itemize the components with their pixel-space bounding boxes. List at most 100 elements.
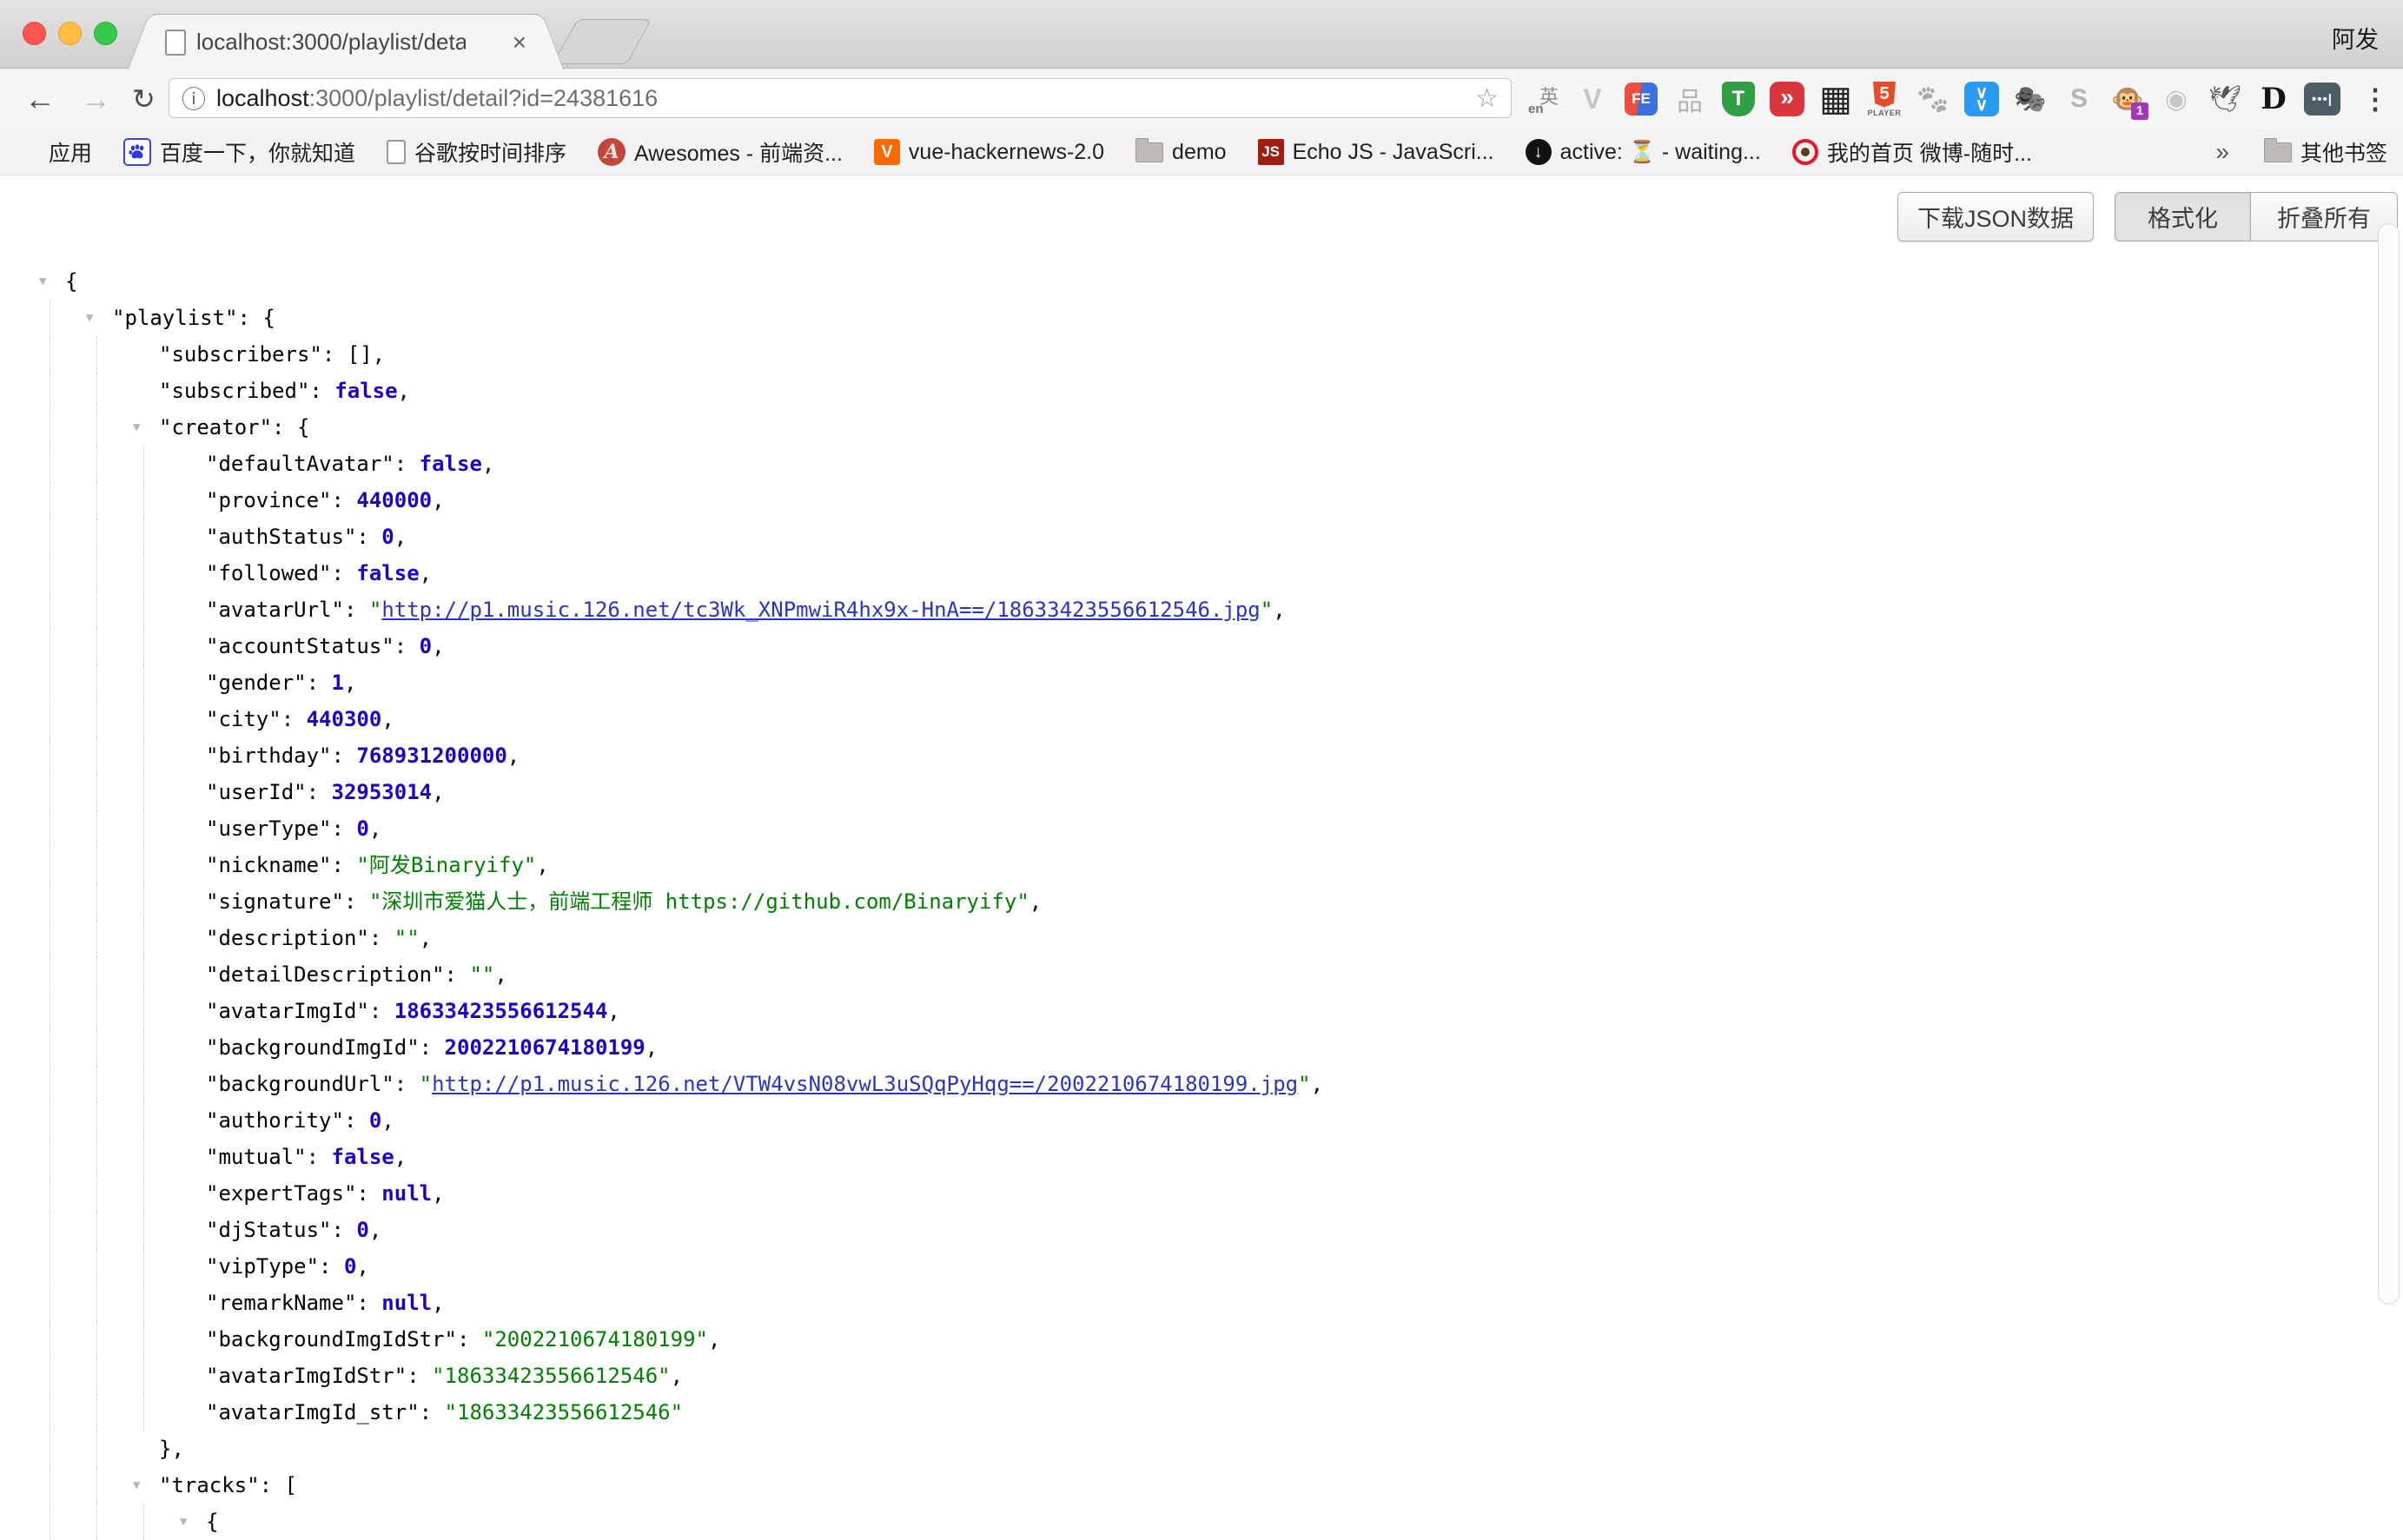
indent-guide <box>96 1066 97 1102</box>
bookmark-echojs[interactable]: JS Echo JS - JavaScri... <box>1258 139 1494 165</box>
json-value: 1 <box>332 671 344 695</box>
s-extension-icon[interactable]: S <box>2061 80 2097 118</box>
bird-extension-icon[interactable]: 🕊 <box>2207 80 2243 118</box>
json-value: , <box>344 671 356 695</box>
format-button[interactable]: 格式化 <box>2115 192 2251 241</box>
json-value: : <box>307 1145 332 1169</box>
json-value: : <box>420 1400 445 1424</box>
bookmark-google-sort[interactable]: 谷歌按时间排序 <box>387 136 566 168</box>
indent-guide <box>143 1029 144 1066</box>
qrcode-extension-icon[interactable]: ▦ <box>1817 80 1854 118</box>
bookmark-label: 百度一下，你就知道 <box>160 136 355 168</box>
bookmark-star-icon[interactable]: ☆ <box>1475 83 1499 114</box>
json-value: : <box>307 671 332 695</box>
forward-icon: → <box>80 69 111 129</box>
json-line: "city": 440300, <box>0 701 2403 737</box>
json-url-link[interactable]: http://p1.music.126.net/VTW4vsN08vwL3uSQ… <box>432 1072 1298 1096</box>
json-value: " <box>1298 1072 1310 1096</box>
bookmark-awesomes[interactable]: AAwesomes - 前端资... <box>598 136 843 168</box>
weibo-extension-icon[interactable]: ◉ <box>2158 80 2194 118</box>
bookmark-demo[interactable]: demo <box>1135 140 1227 165</box>
bookmarks-overflow-icon[interactable]: » <box>2215 138 2229 166</box>
json-key: "province" <box>206 488 332 512</box>
echojs-icon: JS <box>1258 139 1284 165</box>
folder-icon <box>1135 142 1163 162</box>
json-key: "avatarImgIdStr" <box>206 1364 407 1388</box>
page-info-icon[interactable]: ⓘ <box>182 81 206 116</box>
close-window-button[interactable] <box>23 22 46 45</box>
json-value: 440000 <box>356 488 432 512</box>
zoom-window-button[interactable] <box>94 22 117 45</box>
fastforward-extension-icon[interactable]: » <box>1769 80 1805 118</box>
page-favicon-icon <box>165 30 186 56</box>
download-json-button[interactable]: 下载JSON数据 <box>1897 192 2094 241</box>
indent-guide <box>143 664 144 701</box>
json-value: : { <box>238 306 275 330</box>
translate-extension-icon[interactable]: 英en <box>1526 80 1562 118</box>
json-value: 0 <box>356 1218 368 1242</box>
json-value: 0 <box>369 1108 381 1133</box>
collapse-toggle-icon[interactable]: ▼ <box>133 409 140 446</box>
tampermonkey-extension-icon[interactable]: T <box>1720 80 1757 118</box>
json-value: { <box>206 1510 218 1534</box>
password-extension-icon[interactable]: •••| <box>2304 80 2340 118</box>
json-value: 440300 <box>307 707 382 731</box>
json-key: "playlist" <box>112 306 238 330</box>
bookmark-label: Echo JS - JavaScri... <box>1293 140 1494 165</box>
json-value: : <box>356 1181 381 1206</box>
json-value: , <box>369 1218 381 1242</box>
json-line: ▼{ <box>0 1504 2403 1540</box>
browser-menu-icon[interactable]: ⋮ <box>2361 69 2389 129</box>
bookmark-label: 应用 <box>49 136 92 168</box>
bookmarks-bar: 应用 百度一下，你就知道谷歌按时间排序 AAwesomes - 前端资... Vvue… <box>0 129 2403 175</box>
bookmark-apps[interactable]: 应用 <box>16 136 92 168</box>
json-key: "avatarImgId_str" <box>206 1400 420 1424</box>
json-line: "detailDescription": "", <box>0 956 2403 993</box>
collapse-toggle-icon[interactable]: ▼ <box>86 300 93 336</box>
other-bookmarks-folder[interactable]: 其他书签 <box>2264 136 2387 168</box>
indent-guide <box>143 737 144 774</box>
json-value: , <box>381 1108 394 1133</box>
reload-icon[interactable]: ↻ <box>132 69 156 129</box>
json-key: "authority" <box>206 1108 344 1133</box>
json-value: , <box>507 744 520 768</box>
html5-player-extension-icon[interactable]: 5PLAYER <box>1866 80 1903 118</box>
scrollbar-thumb[interactable] <box>2378 223 2400 1305</box>
json-value: , <box>369 816 381 841</box>
browser-tab[interactable]: localhost:3000/playlist/detail? × <box>153 14 539 69</box>
blue-chevron-extension-icon[interactable]: ∨ ∨ <box>1963 80 2000 118</box>
json-value: , <box>356 1254 368 1279</box>
json-value: 32953014 <box>332 780 433 804</box>
new-tab-button[interactable] <box>553 19 652 64</box>
awesomes-icon: A <box>598 138 626 166</box>
collapse-all-button[interactable]: 折叠所有 <box>2251 192 2398 241</box>
indent-guide <box>96 847 97 883</box>
other-bookmarks-label: 其他书签 <box>2300 136 2387 168</box>
json-value: : <box>332 744 357 768</box>
sitemap-extension-icon[interactable]: 品 <box>1672 80 1708 118</box>
fe-extension-icon[interactable]: FE <box>1623 80 1659 118</box>
json-url-link[interactable]: http://p1.music.126.net/tc3Wk_XNPmwiR4hx… <box>381 598 1260 622</box>
page-content: 下载JSON数据 格式化 折叠所有 ▼{▼"playlist": {"subsc… <box>0 175 2403 1525</box>
darkreader-extension-icon[interactable]: D <box>2255 80 2292 118</box>
json-key: "userId" <box>206 780 307 804</box>
paw-extension-icon[interactable]: 🐾 <box>1915 80 1951 118</box>
tab-close-icon[interactable]: × <box>506 29 533 56</box>
bookmark-baidu[interactable]: 百度一下，你就知道 <box>123 136 355 168</box>
back-icon[interactable]: ← <box>24 69 56 129</box>
bookmark-weibo[interactable]: 我的首页 微博-随时... <box>1792 136 2032 168</box>
collapse-toggle-icon[interactable]: ▼ <box>133 1467 140 1504</box>
monkey-extension-icon[interactable]: 🐵1 <box>2109 80 2146 118</box>
vue-devtools-extension-icon[interactable]: V <box>1574 80 1611 118</box>
bookmark-vue-hackernews[interactable]: Vvue-hackernews-2.0 <box>874 139 1104 165</box>
address-bar[interactable]: ⓘ localhost :3000/playlist/detail?id=243… <box>169 78 1512 118</box>
collapse-toggle-icon[interactable]: ▼ <box>180 1504 187 1540</box>
json-value: : <box>307 780 332 804</box>
json-value: 18633423556612544 <box>394 999 608 1023</box>
minimize-window-button[interactable] <box>58 22 82 45</box>
bookmark-active-download[interactable]: ↓active: ⏳ - waiting... <box>1526 139 1761 165</box>
collapse-toggle-icon[interactable]: ▼ <box>39 263 46 300</box>
json-line: "avatarImgIdStr": "18633423556612546", <box>0 1358 2403 1394</box>
mask-extension-icon[interactable]: 🎭 <box>2012 80 2049 118</box>
indent-guide <box>96 373 97 409</box>
